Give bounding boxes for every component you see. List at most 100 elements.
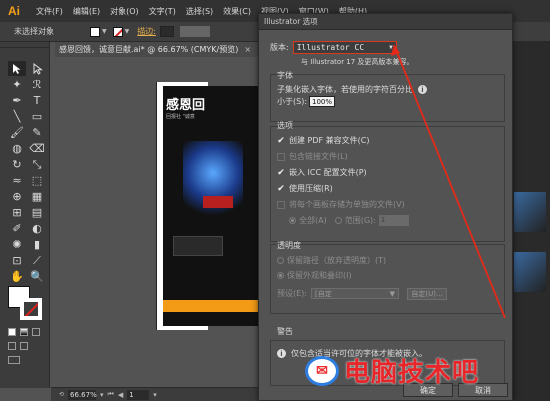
color-mode-row <box>8 328 40 336</box>
subset-percent-input[interactable]: 100% <box>309 96 336 107</box>
pencil-icon[interactable]: ✎ <box>28 125 46 140</box>
app-logo: Ai <box>8 4 20 18</box>
option-use-compression[interactable]: ✔ 使用压缩(R) <box>277 183 333 194</box>
perspective-grid-icon[interactable]: ▦ <box>28 189 46 204</box>
menu-file[interactable]: 文件(F) <box>31 6 68 17</box>
hand-tool-icon[interactable]: ✋ <box>8 269 26 284</box>
column-graph-icon[interactable]: ▮ <box>28 237 46 252</box>
direct-selection-tool-icon[interactable] <box>28 61 46 76</box>
slice-tool-icon[interactable]: ⟋ <box>28 253 46 268</box>
scale-tool-icon[interactable]: ⤡ <box>28 157 46 172</box>
option-pdf-compatible[interactable]: ✔ 创建 PDF 兼容文件(C) <box>277 135 370 146</box>
stroke-weight-field[interactable] <box>159 26 174 37</box>
draw-normal-icon[interactable] <box>8 342 16 350</box>
artboard-tool-icon[interactable]: ⊡ <box>8 253 26 268</box>
first-page-icon[interactable]: ⏮ <box>108 390 114 399</box>
radio-all[interactable] <box>289 217 296 224</box>
stroke-color-swatch[interactable] <box>20 298 42 320</box>
symbol-sprayer-icon[interactable]: ✺ <box>8 237 26 252</box>
preset-dropdown[interactable]: [自定 ▼ <box>311 288 399 299</box>
magic-wand-icon[interactable]: ✦ <box>8 77 26 92</box>
info-icon[interactable]: i <box>418 85 427 94</box>
chevron-down-icon[interactable]: ▾ <box>100 391 104 399</box>
checkbox-checked[interactable]: ✔ <box>277 136 285 146</box>
option-label: 包含链接文件(L) <box>289 152 348 161</box>
free-transform-icon[interactable]: ⬚ <box>28 173 46 188</box>
option-include-linked[interactable]: 包含链接文件(L) <box>277 151 348 162</box>
version-note: 与 Illustrator 17 及更高版本兼容。 <box>301 58 414 66</box>
checkbox-unchecked[interactable] <box>277 200 285 209</box>
chevron-down-icon[interactable]: ▼ <box>125 28 130 35</box>
mesh-tool-icon[interactable]: ⊞ <box>8 205 26 220</box>
close-icon[interactable]: × <box>244 45 251 54</box>
color-mode-icon[interactable] <box>8 328 16 336</box>
lasso-icon[interactable]: ℛ <box>28 77 46 92</box>
checkbox-checked[interactable]: ✔ <box>277 184 285 194</box>
stroke-swatch[interactable] <box>112 26 123 37</box>
rectangle-tool-icon[interactable]: ▭ <box>28 109 46 124</box>
draw-behind-icon[interactable] <box>20 342 28 350</box>
poster-subtitle: 回报社 "诚意 <box>166 114 195 120</box>
eyedropper-icon[interactable]: ✐ <box>8 221 26 236</box>
screen-mode-icon[interactable] <box>8 356 20 364</box>
transparency-group-title: 透明度 <box>277 241 301 250</box>
line-tool-icon[interactable]: ╲ <box>8 109 26 124</box>
font-subset-text: 子集化嵌入字体，若使用的字符百分比 <box>277 85 413 94</box>
selection-tool-icon[interactable] <box>8 61 26 76</box>
radio-keep-appearance[interactable] <box>277 272 284 279</box>
menu-select[interactable]: 选择(S) <box>181 6 218 17</box>
checkbox-unchecked[interactable] <box>277 152 285 161</box>
option-save-artboards[interactable]: 将每个画板存储为单独的文件(V) <box>277 199 405 210</box>
stroke-weight-dropdown[interactable] <box>179 26 210 37</box>
poster-red-block <box>203 196 233 208</box>
width-tool-icon[interactable]: ≈ <box>8 173 26 188</box>
option-label: 创建 PDF 兼容文件(C) <box>289 136 370 145</box>
poster-artwork[interactable]: 感恩回 回报社 "诚意 <box>163 86 258 326</box>
stroke-label[interactable]: 描边: <box>137 26 156 37</box>
chevron-down-icon[interactable]: ▼ <box>102 28 107 35</box>
document-tab-title: 感恩回馈，诚意巨献.ai* @ 66.67% (CMYK/预览) <box>59 45 239 54</box>
custom-button[interactable]: 自定(U)... <box>407 288 447 300</box>
page-field[interactable]: 1 <box>127 389 150 400</box>
zoom-field[interactable]: 66.67% <box>68 389 97 400</box>
version-label: 版本: <box>270 43 289 52</box>
option-embed-icc[interactable]: ✔ 嵌入 ICC 配置文件(P) <box>277 167 366 178</box>
all-label: 全部(A) <box>299 216 327 225</box>
gradient-mode-icon[interactable] <box>20 328 28 336</box>
prev-page-icon[interactable]: ◀ <box>118 391 123 399</box>
draw-mode-row <box>8 342 28 350</box>
blob-brush-icon[interactable]: ◍ <box>8 141 26 156</box>
radio-keep-paths[interactable] <box>277 257 284 264</box>
version-dropdown[interactable]: Illustrator CC ▼ <box>292 41 397 54</box>
fill-stroke-widget[interactable] <box>8 286 44 322</box>
rotate-tool-icon[interactable]: ↻ <box>8 157 26 172</box>
preset-value: [自定 <box>315 289 332 298</box>
fill-swatch[interactable] <box>90 26 100 37</box>
gradient-tool-icon[interactable]: ▤ <box>28 205 46 220</box>
menu-type[interactable]: 文字(T) <box>144 6 181 17</box>
chevron-down-icon: ▼ <box>389 44 393 51</box>
options-group-title: 选项 <box>277 121 293 130</box>
blend-tool-icon[interactable]: ◐ <box>28 221 46 236</box>
zoom-tool-icon[interactable]: 🔍 <box>28 269 46 284</box>
rotate-view-icon[interactable]: ⟲ <box>59 391 64 398</box>
paintbrush-icon[interactable]: 🖌 <box>8 125 26 140</box>
menu-object[interactable]: 对象(O) <box>105 6 144 17</box>
menu-edit[interactable]: 编辑(E) <box>68 6 105 17</box>
type-tool-icon[interactable]: T <box>28 93 46 108</box>
pen-tool-icon[interactable]: ✒ <box>8 93 26 108</box>
eraser-icon[interactable]: ⌫ <box>28 141 46 156</box>
document-tab[interactable]: 感恩回馈，诚意巨献.ai* @ 66.67% (CMYK/预览) × <box>55 42 265 57</box>
poster-title: 感恩回 <box>166 98 206 113</box>
warning-title: 警告 <box>277 327 293 336</box>
shape-builder-icon[interactable]: ⊕ <box>8 189 26 204</box>
chevron-down-icon[interactable]: ▾ <box>153 391 157 399</box>
watermark: ✉ 电脑技术吧 <box>305 352 479 389</box>
checkbox-checked[interactable]: ✔ <box>277 168 285 178</box>
range-input[interactable]: 1 <box>378 215 409 226</box>
none-mode-icon[interactable] <box>32 328 40 336</box>
menu-effect[interactable]: 效果(C) <box>218 6 256 17</box>
option-label: 使用压缩(R) <box>289 184 333 193</box>
less-than-label: 小于(S): <box>277 97 308 106</box>
radio-range[interactable] <box>334 217 342 224</box>
